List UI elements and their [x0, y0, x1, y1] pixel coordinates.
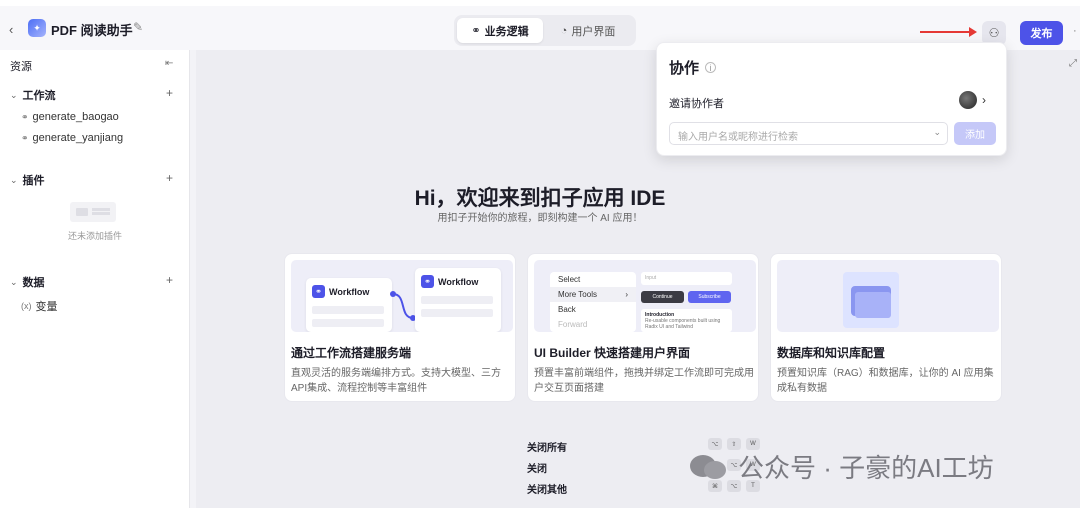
menu-illustration: Select More Tools › Back Forward — [550, 272, 636, 332]
add-collaborator-button[interactable]: 添加 — [954, 122, 996, 145]
tab-business-logic[interactable]: ⚭ 业务逻辑 — [457, 18, 543, 43]
add-data-icon[interactable]: + — [166, 273, 173, 287]
menu-item: Back — [558, 305, 576, 314]
search-collaborator-input[interactable]: 输入用户名或昵称进行检索 ⌄ — [669, 122, 948, 145]
users-icon: ⚇ — [988, 26, 1000, 40]
variable-icon: (x) — [21, 301, 32, 311]
node-label: Workflow — [438, 276, 479, 287]
app-logo-icon: ✦ — [28, 19, 46, 37]
palette-icon: ◔ — [560, 24, 568, 37]
wechat-logo-icon — [690, 453, 730, 481]
invite-label: 邀请协作者 — [669, 98, 724, 110]
collapse-sidebar-icon[interactable]: ⇤ — [165, 58, 173, 69]
menu-item: Forward — [558, 320, 588, 329]
tab-label: 用户界面 — [571, 25, 616, 38]
chevron-down-icon: ⌄ — [10, 276, 18, 287]
card-title: 数据库和知识库配置 — [777, 346, 886, 360]
sidebar-item-generate-yanjiang[interactable]: ⚭ generate_yanjiang — [21, 132, 123, 144]
chevron-right-icon: › — [625, 290, 628, 299]
workflow-node: ⚭ Workflow — [306, 278, 392, 332]
welcome-subtitle: 用扣子开始你的旅程，即刻构建一个 AI 应用！ — [437, 213, 643, 224]
intro-illustration: Introduction Re-usable components built … — [641, 309, 732, 332]
sidebar-item-label: 变量 — [35, 301, 58, 313]
card-title: 通过工作流搭建服务端 — [291, 346, 412, 360]
folder-icon — [843, 272, 899, 328]
section-label: 数据 — [22, 277, 45, 289]
watermark-text: 公众号 · 子豪的AI工坊 — [738, 453, 994, 483]
expand-icon[interactable]: ⤢ — [1069, 58, 1077, 69]
publish-button[interactable]: 发布 — [1020, 21, 1063, 45]
card-description: 预置知识库（RAG）和数据库，让你的 AI 应用集成私有数据 — [777, 368, 994, 394]
collaboration-popover: 协作 i 邀请协作者 › 输入用户名或昵称进行检索 ⌄ 添加 — [656, 42, 1007, 156]
tab-user-interface[interactable]: ◔ 用户界面 — [543, 18, 633, 43]
card-database[interactable]: 数据库和知识库配置 预置知识库（RAG）和数据库，让你的 AI 应用集成私有数据 — [770, 253, 1002, 402]
more-icon[interactable]: · — [1073, 25, 1077, 37]
database-illustration — [777, 260, 999, 332]
card-description: 直观灵活的服务端编排方式。支持大模型、三方API集成、流程控制等丰富组件 — [291, 368, 501, 394]
workflow-illustration: ⚭ Workflow ⚭ Workflow — [291, 260, 513, 332]
app-title: PDF 阅读助手 — [51, 23, 133, 38]
edit-icon[interactable]: ✎ — [133, 20, 143, 34]
workflow-icon: ⚭ — [471, 25, 481, 37]
card-ui-builder[interactable]: Select More Tools › Back Forward Input Co… — [527, 253, 759, 402]
sidebar-title: 资源 — [10, 61, 32, 73]
workflow-icon: ⚭ — [421, 275, 434, 288]
card-description: 预置丰富前端组件，拖拽并绑定工作流即可完成用户交互页面搭建 — [534, 368, 754, 394]
tab-label: 业务逻辑 — [484, 25, 529, 38]
menu-close-others[interactable]: 关闭其他 — [527, 481, 567, 496]
chevron-down-icon: ⌄ — [933, 127, 941, 137]
popover-title-text: 协作 — [669, 60, 700, 77]
sidebar-item-variables[interactable]: (x) 变量 — [21, 298, 58, 314]
sidebar-item-generate-baogao[interactable]: ⚭ generate_baogao — [21, 111, 119, 123]
input-illustration: Input — [641, 272, 732, 285]
menu-close[interactable]: 关闭 — [527, 460, 547, 475]
info-icon[interactable]: i — [705, 62, 717, 73]
card-workflow[interactable]: ⚭ Workflow ⚭ Workflow 通过工作流搭建服务端 直观灵活的服务端编… — [284, 253, 516, 402]
sidebar-item-label: generate_baogao — [32, 111, 119, 123]
popover-title: 协作 i — [669, 57, 717, 78]
add-workflow-icon[interactable]: + — [166, 86, 173, 100]
card-title: UI Builder 快速搭建用户界面 — [534, 346, 691, 360]
chevron-right-icon[interactable]: › — [982, 93, 986, 107]
continue-button-illustration: Continue — [641, 291, 684, 303]
workflow-icon: ⚭ — [21, 111, 29, 122]
section-data[interactable]: ⌄ 数据 — [10, 274, 45, 290]
avatar[interactable] — [959, 91, 977, 109]
intro-text: Re-usable components built using Radix U… — [645, 318, 721, 330]
menu-item: Select — [558, 275, 581, 284]
menu-close-all[interactable]: 关闭所有 — [527, 439, 567, 454]
menu-item: More Tools › — [550, 287, 636, 302]
workflow-icon: ⚭ — [312, 285, 325, 298]
chevron-down-icon: ⌄ — [10, 89, 18, 100]
sidebar-item-label: generate_yanjiang — [32, 132, 124, 144]
welcome-title: Hi，欢迎来到扣子应用 IDE — [414, 187, 666, 210]
back-icon[interactable]: ‹ — [9, 22, 13, 37]
section-label: 工作流 — [22, 90, 56, 102]
workflow-icon: ⚭ — [21, 132, 29, 143]
section-workflow[interactable]: ⌄ 工作流 — [10, 87, 56, 103]
workflow-node: ⚭ Workflow — [415, 268, 501, 332]
resource-sidebar: 资源 ⇤ ⌄ 工作流 + ⚭ generate_baogao ⚭ generat… — [0, 50, 190, 508]
empty-plugins-text: 还未添加插件 — [68, 231, 123, 241]
menu-item-label: More Tools — [558, 290, 597, 299]
subscribe-button-illustration: Subscribe — [688, 291, 731, 303]
view-tabs: ⚭ 业务逻辑 ◔ 用户界面 — [454, 15, 636, 46]
search-placeholder: 输入用户名或昵称进行检索 — [678, 132, 798, 143]
ui-builder-illustration: Select More Tools › Back Forward Input Co… — [534, 260, 756, 332]
watermark: 公众号 · 子豪的AI工坊 — [690, 448, 994, 485]
red-arrow-annotation — [920, 27, 977, 37]
ui-panel-illustration: Input Continue Subscribe Introduction Re… — [641, 272, 732, 332]
node-label: Workflow — [329, 286, 370, 297]
